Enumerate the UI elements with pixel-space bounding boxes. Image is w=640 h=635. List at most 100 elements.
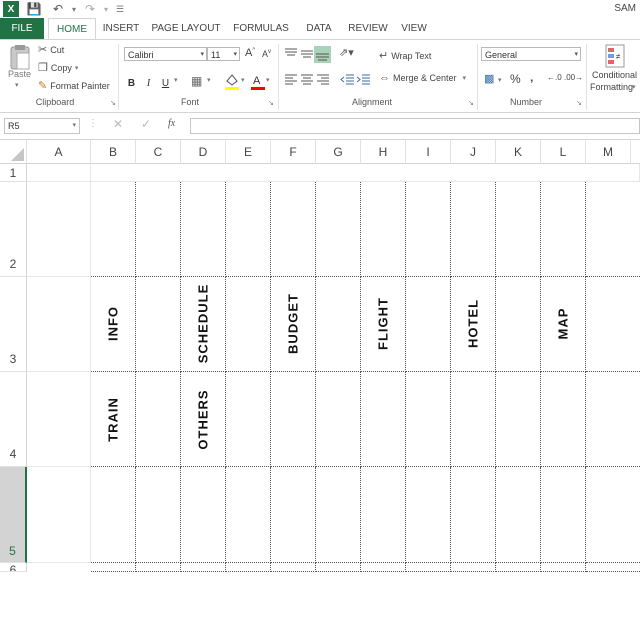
copy-button[interactable]: ❐ Copy ▾: [38, 61, 78, 74]
cell-i5[interactable]: [406, 467, 451, 563]
row-header-4[interactable]: 4: [0, 372, 27, 467]
cell-f6[interactable]: [271, 563, 316, 572]
user-name[interactable]: SAM: [614, 3, 636, 14]
cell-b6[interactable]: [91, 563, 136, 572]
cell-c3[interactable]: [136, 277, 181, 372]
cell-k4[interactable]: [496, 372, 541, 467]
cell-a2[interactable]: [27, 182, 91, 277]
format-painter-button[interactable]: ✎ Format Painter: [38, 79, 110, 92]
column-header-b[interactable]: B: [91, 140, 136, 164]
increase-decimal-icon[interactable]: ←.0: [547, 73, 562, 82]
tab-insert[interactable]: INSERT: [100, 18, 142, 40]
cell-j4[interactable]: [451, 372, 496, 467]
align-left-icon[interactable]: [283, 71, 299, 87]
cell-f4[interactable]: [271, 372, 316, 467]
cell-k6[interactable]: [496, 563, 541, 572]
cell-l5[interactable]: [541, 467, 586, 563]
cell-c2[interactable]: [136, 182, 181, 277]
cell-f3-text[interactable]: BUDGET: [286, 284, 301, 364]
cell-a3[interactable]: [27, 277, 91, 372]
cell-c6[interactable]: [136, 563, 181, 572]
conditional-formatting-icon[interactable]: ≠: [603, 43, 627, 69]
cell-e5[interactable]: [226, 467, 271, 563]
cell-g6[interactable]: [316, 563, 361, 572]
cell-m3[interactable]: [586, 277, 640, 372]
row-header-1[interactable]: 1: [0, 164, 27, 182]
number-format-select[interactable]: General ▾: [481, 47, 581, 61]
grow-font-icon[interactable]: A^: [245, 47, 255, 59]
customize-toolbar-icon[interactable]: ☰: [112, 1, 128, 17]
cell-h3-text[interactable]: FLIGHT: [376, 284, 391, 364]
column-header-l[interactable]: L: [541, 140, 586, 164]
cell-b5[interactable]: [91, 467, 136, 563]
top-align-icon[interactable]: [283, 46, 299, 62]
cell-g2[interactable]: [316, 182, 361, 277]
cell-m6[interactable]: [586, 563, 640, 572]
cell-g3[interactable]: [316, 277, 361, 372]
formatting-label[interactable]: Formatting: [590, 82, 633, 92]
cell-l3-text[interactable]: MAP: [556, 284, 571, 364]
font-color-icon[interactable]: A: [251, 72, 265, 90]
column-header-i[interactable]: I: [406, 140, 451, 164]
borders-icon[interactable]: ▦: [191, 74, 202, 88]
cell-l2[interactable]: [541, 182, 586, 277]
copy-dropdown-icon[interactable]: ▾: [75, 64, 79, 72]
cell-i4[interactable]: [406, 372, 451, 467]
cell-a4[interactable]: [27, 372, 91, 467]
cell-i3[interactable]: [406, 277, 451, 372]
undo-dropdown-icon[interactable]: ▾: [66, 1, 82, 17]
tab-review[interactable]: REVIEW: [346, 18, 390, 40]
tab-formulas[interactable]: FORMULAS: [230, 18, 292, 40]
percent-style-button[interactable]: %: [510, 72, 521, 86]
column-header-h[interactable]: H: [361, 140, 406, 164]
cell-j6[interactable]: [451, 563, 496, 572]
shrink-font-icon[interactable]: Av: [262, 49, 271, 59]
merge-center-button[interactable]: ⇔ Merge & Center ▾: [379, 72, 466, 84]
cell-k5[interactable]: [496, 467, 541, 563]
cell-m2[interactable]: [586, 182, 640, 277]
confirm-entry-icon[interactable]: ✓: [141, 117, 151, 131]
cell-a1[interactable]: [27, 164, 91, 182]
cell-h5[interactable]: [361, 467, 406, 563]
cell-k3[interactable]: [496, 277, 541, 372]
cell-h4[interactable]: [361, 372, 406, 467]
font-launcher-icon[interactable]: ↘: [268, 99, 274, 107]
cell-d2[interactable]: [181, 182, 226, 277]
cell-m5[interactable]: [586, 467, 640, 563]
increase-indent-icon[interactable]: [355, 71, 371, 87]
cell-g4[interactable]: [316, 372, 361, 467]
decrease-indent-icon[interactable]: [339, 71, 355, 87]
borders-dropdown-icon[interactable]: ▾: [207, 76, 211, 84]
tab-file[interactable]: FILE: [0, 18, 44, 40]
font-name-select[interactable]: Calibri ▾: [124, 47, 207, 61]
undo-icon[interactable]: ↶: [50, 1, 66, 17]
cell-i6[interactable]: [406, 563, 451, 572]
cut-button[interactable]: ✂ Cut: [38, 43, 64, 56]
cell-d5[interactable]: [181, 467, 226, 563]
column-header-j[interactable]: J: [451, 140, 496, 164]
cell-f5[interactable]: [271, 467, 316, 563]
cell-h2[interactable]: [361, 182, 406, 277]
row-1-cells[interactable]: [91, 164, 640, 182]
save-icon[interactable]: 💾: [26, 1, 42, 17]
accounting-dropdown-icon[interactable]: ▾: [498, 76, 502, 84]
cell-l4[interactable]: [541, 372, 586, 467]
cell-d4-text[interactable]: OTHERS: [196, 380, 211, 460]
cell-g5[interactable]: [316, 467, 361, 563]
number-launcher-icon[interactable]: ↘: [576, 99, 582, 107]
cell-d3-text[interactable]: SCHEDULE: [196, 279, 211, 369]
cell-l6[interactable]: [541, 563, 586, 572]
clipboard-launcher-icon[interactable]: ↘: [110, 99, 116, 107]
column-header-m[interactable]: M: [586, 140, 631, 164]
paste-button[interactable]: Paste: [8, 69, 31, 79]
orientation-icon[interactable]: ⇗▾: [339, 46, 354, 59]
column-header-f[interactable]: F: [271, 140, 316, 164]
tab-home[interactable]: HOME: [48, 18, 96, 40]
column-header-a[interactable]: A: [27, 140, 91, 164]
name-box[interactable]: R5 ▾: [4, 118, 80, 134]
cell-j2[interactable]: [451, 182, 496, 277]
cell-b3-text[interactable]: INFO: [106, 294, 121, 354]
column-header-k[interactable]: K: [496, 140, 541, 164]
cell-m4[interactable]: [586, 372, 640, 467]
merge-dropdown-icon[interactable]: ▾: [463, 74, 467, 82]
